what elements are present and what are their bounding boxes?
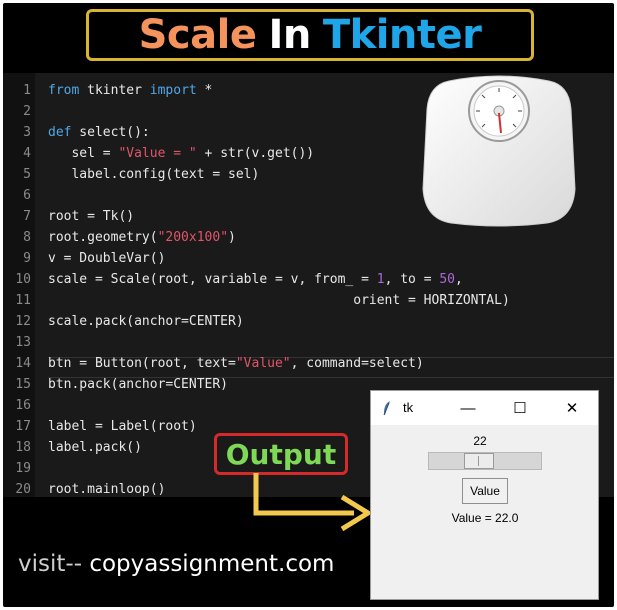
line-number: 17 [15,419,31,434]
code-text: from tkinter import * [48,83,213,98]
bathroom-scale-image [422,75,576,227]
line-number: 5 [23,167,31,182]
code-line: 13 [3,332,614,353]
line-number: 15 [15,377,31,392]
feather-icon [383,401,390,416]
tk-window: tk — ☐ ✕ 22 Value Value = 22.0 [370,390,599,600]
code-text: scale = Scale(root, variable = v, from_ … [48,272,463,287]
line-number: 1 [23,83,31,98]
code-line: 8 root.geometry("200x100") [3,227,614,248]
code-text: root.geometry("200x100") [48,230,236,245]
title-banner: Scale In Tkinter [86,9,534,61]
visit-prefix: visit-- [18,551,82,577]
arrow-icon [253,473,371,532]
code-text: label.config(text = sel) [48,167,260,182]
code-text: v = DoubleVar() [48,251,166,266]
code-text: root.mainloop() [48,482,166,497]
line-number: 18 [15,440,31,455]
line-number: 2 [23,104,31,119]
code-line: 11 orient = HORIZONTAL) [3,290,614,311]
maximize-button[interactable]: ☐ [505,395,535,421]
result-label: Value = 22.0 [451,511,519,525]
line-number: 11 [15,293,31,308]
site-link[interactable]: copyassignment.com [89,551,334,577]
title-part-tkinter: Tkinter [322,12,482,58]
title-part-in: In [268,12,311,58]
code-line: 9 v = DoubleVar() [3,248,614,269]
minimize-button[interactable]: — [453,395,483,421]
line-number: 12 [15,314,31,329]
line-number: 7 [23,209,31,224]
code-line: 10 scale = Scale(root, variable = v, from… [3,269,614,290]
value-button[interactable]: Value [462,478,508,504]
code-text: btn = Button(root, text="Value", command… [48,356,424,371]
line-number: 20 [15,482,31,497]
code-text: label.pack() [48,440,142,455]
line-number: 16 [15,398,31,413]
code-line: 14 btn = Button(root, text="Value", comma… [3,353,614,374]
code-line: 12 scale.pack(anchor=CENTER) [3,311,614,332]
line-number: 8 [23,230,31,245]
line-number: 6 [23,188,31,203]
title-part-scale: Scale [138,12,257,58]
tk-titlebar[interactable]: tk — ☐ ✕ [371,391,598,425]
code-text: sel = "Value = " + str(v.get()) [48,146,315,161]
code-text: label = Label(root) [48,419,197,434]
visit-footer: visit-- copyassignment.com [18,551,334,577]
line-number: 9 [23,251,31,266]
line-number: 13 [15,335,31,350]
code-text: btn.pack(anchor=CENTER) [48,377,229,392]
code-text: orient = HORIZONTAL) [48,293,510,308]
tk-window-title: tk [403,400,414,415]
scale-slider-handle[interactable] [464,453,495,469]
line-number: 4 [23,146,31,161]
code-text: root = Tk() [48,209,135,224]
line-number: 10 [15,272,31,287]
close-button[interactable]: ✕ [557,395,587,421]
code-text: def select(): [48,125,150,140]
code-text: scale.pack(anchor=CENTER) [48,314,244,329]
line-number: 14 [15,356,31,371]
output-badge: Output [214,433,348,475]
scale-value-label: 22 [473,434,487,448]
line-number: 3 [23,125,31,140]
line-number: 19 [15,461,31,476]
